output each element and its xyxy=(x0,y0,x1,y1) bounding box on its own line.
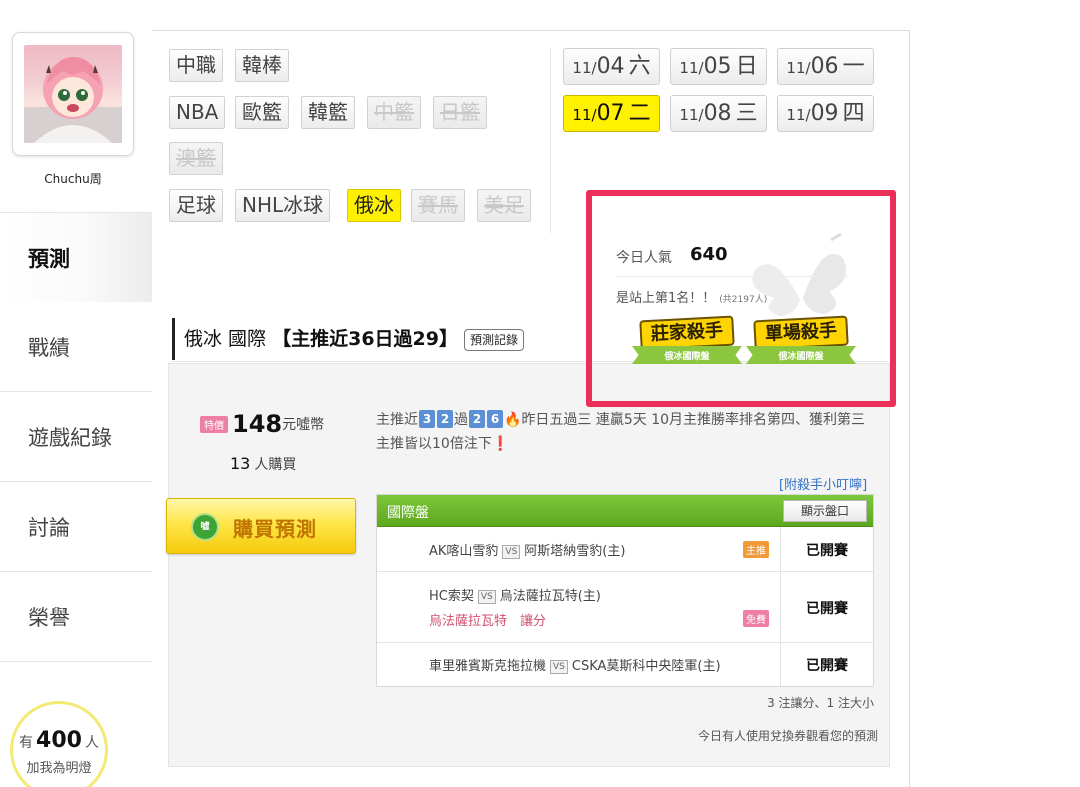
fire-icon: 🔥 xyxy=(504,412,522,428)
special-price-badge: 特價 xyxy=(200,415,228,433)
popularity-divider xyxy=(616,276,848,277)
picks-summary: 3 注讓分、1 注大小 xyxy=(767,696,874,710)
league-nba-button[interactable]: NBA xyxy=(169,96,226,129)
league-nfl-button: 美足 xyxy=(477,189,531,222)
coin-icon: 噓 xyxy=(191,513,219,541)
pick-row: 車里雅賓斯克拖拉機 VS CSKA莫斯科中央陸軍(主) 已開賽 xyxy=(377,643,873,686)
avatar[interactable] xyxy=(24,45,122,143)
picks-table-title: 國際盤 xyxy=(387,505,429,521)
rank-text: 是站上第1名！！ (共2197人) xyxy=(616,291,768,306)
follow-cta: 加我為明燈 xyxy=(26,761,92,776)
price-row: 特價 148元噓幣 xyxy=(200,410,324,438)
match-teams: HC索契 VS 烏法薩拉瓦特(主) xyxy=(429,589,601,604)
free-badge: 免費 xyxy=(743,610,769,627)
date-button-1106[interactable]: 11/06 一 xyxy=(777,48,874,85)
username: Chuchu周 xyxy=(44,172,102,186)
divider xyxy=(550,48,551,233)
popularity-label: 今日人氣 xyxy=(616,250,672,266)
match-status: 已開賽 xyxy=(806,543,848,559)
exclamation-icon: ❗ xyxy=(491,436,510,452)
buy-prediction-label: 購買預測 xyxy=(233,517,317,541)
league-euro-basketball-button[interactable]: 歐籃 xyxy=(235,96,289,129)
nav-item-game-history[interactable]: 遊戲紀錄 xyxy=(0,392,152,482)
date-button-1109[interactable]: 11/09 四 xyxy=(777,95,874,132)
bookmaker-killer-badge[interactable]: 莊家殺手 俄冰國際盤 xyxy=(632,315,742,376)
price-value: 148 xyxy=(232,410,283,438)
buy-prediction-button[interactable]: 噓 購買預測 xyxy=(166,498,356,554)
date-button-1104[interactable]: 11/04 六 xyxy=(563,48,660,85)
date-button-1108[interactable]: 11/08 三 xyxy=(670,95,767,132)
match-status: 已開賽 xyxy=(806,658,848,674)
league-kbo-button[interactable]: 韓棒 xyxy=(235,49,289,82)
recent-record: 【主推近36日過29】 xyxy=(272,328,458,350)
voucher-notice: 今日有人使用兌換券觀看您的預測 xyxy=(697,729,878,743)
streak-description: 主推近 3 2 過 2 6 🔥昨日五過三 連贏5天 10月主推勝率排名第四、獲利第三 主推皆… xyxy=(376,410,866,452)
nav-item-predictions[interactable]: 預測 xyxy=(0,212,152,302)
pick-row: HC索契 VS 烏法薩拉瓦特(主) 烏法薩拉瓦特 讓分 免費 已開賽 xyxy=(377,572,873,643)
buyers-count: 13 人購買 xyxy=(230,454,297,473)
league-cba-button: 中籃 xyxy=(367,96,421,129)
league-soccer-button[interactable]: 足球 xyxy=(169,189,223,222)
date-button-1105[interactable]: 11/05 日 xyxy=(670,48,767,85)
league-kbl-button[interactable]: 韓籃 xyxy=(301,96,355,129)
league-khl-button[interactable]: 俄冰 xyxy=(347,189,401,222)
date-button-1107[interactable]: 11/07 二 xyxy=(563,95,660,132)
price-unit: 元噓幣 xyxy=(282,417,325,433)
follower-count: 有 400 人 xyxy=(19,728,99,753)
pick-selection: 烏法薩拉瓦特 讓分 xyxy=(429,614,547,629)
pick-row: AK喀山雪豹 VS 阿斯塔納雪豹(主) 主推 已開賽 xyxy=(377,527,873,572)
single-game-killer-badge[interactable]: 單場殺手 俄冰國際盤 xyxy=(746,315,856,376)
vs-icon: VS xyxy=(502,545,521,559)
popularity-value: 640 xyxy=(690,244,728,265)
match-teams: 車里雅賓斯克拖拉機 VS CSKA莫斯科中央陸軍(主) xyxy=(429,659,721,674)
league-cpbl-button[interactable]: 中職 xyxy=(169,49,223,82)
picks-table-header: 國際盤 顯示盤口 xyxy=(377,495,873,527)
profile-card xyxy=(12,32,134,156)
show-odds-button[interactable]: 顯示盤口 xyxy=(783,500,867,522)
nav-item-honors[interactable]: 榮譽 xyxy=(0,572,152,662)
main-pick-badge: 主推 xyxy=(743,541,769,558)
avatar-image xyxy=(24,57,122,143)
league-bleague-button: 日籃 xyxy=(433,96,487,129)
league-nbl-button: 澳籃 xyxy=(169,142,223,175)
follow-lamp-button[interactable]: 有 400 人 加我為明燈 xyxy=(10,701,108,787)
league-heading: 俄冰 國際 【主推近36日過29】 預測記錄 xyxy=(172,318,602,360)
vs-icon: VS xyxy=(477,590,496,604)
nav-item-record[interactable]: 戰績 xyxy=(0,302,152,392)
left-nav: 預測 戰績 遊戲紀錄 討論 榮譽 xyxy=(0,212,152,662)
picks-table: 國際盤 顯示盤口 AK喀山雪豹 VS 阿斯塔納雪豹(主) 主推 已開賽 HC索契 VS… xyxy=(376,494,874,687)
nav-item-discussion[interactable]: 討論 xyxy=(0,482,152,572)
killer-tips-link[interactable]: [附殺手小叮嚀] xyxy=(779,474,867,493)
prediction-record-button[interactable]: 預測記錄 xyxy=(463,328,524,351)
league-nhl-button[interactable]: NHL冰球 xyxy=(235,189,331,222)
match-status: 已開賽 xyxy=(806,601,848,617)
league-name: 俄冰 國際 xyxy=(184,328,267,350)
vs-icon: VS xyxy=(550,660,568,674)
match-teams: AK喀山雪豹 VS 阿斯塔納雪豹(主) xyxy=(429,544,626,559)
league-horse-racing-button: 賽馬 xyxy=(411,189,465,222)
